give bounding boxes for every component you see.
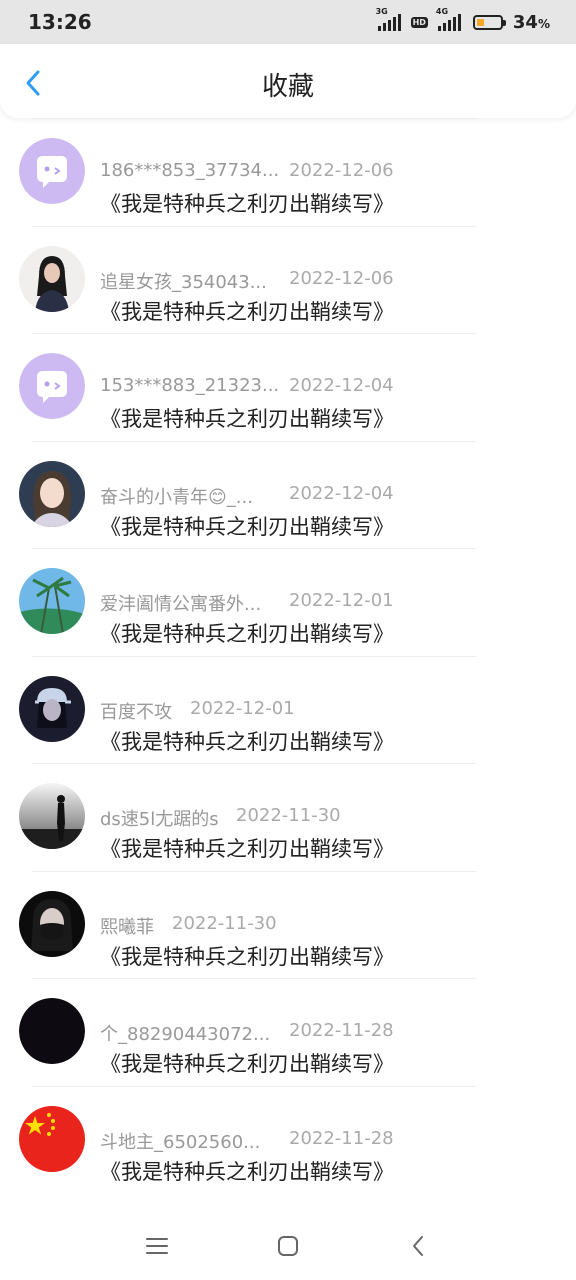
list-item[interactable]: ds速5l尢踞的s 2022-11-30 《我是特种兵之利刃出鞘续写》 (0, 763, 576, 870)
battery-icon (472, 14, 506, 30)
item-title: 《我是特种兵之利刃出鞘续写》 (100, 622, 394, 646)
list-item[interactable]: 个_88290443072... 2022-11-28 《我是特种兵之利刃出鞘续写》 (0, 978, 576, 1085)
user-name: 个_88290443072... (100, 1024, 271, 1045)
item-title: 《我是特种兵之利刃出鞘续写》 (100, 944, 394, 969)
navigation-bar (0, 1210, 576, 1280)
item-meta: 个_88290443072... 2022-11-28 (100, 1020, 394, 1046)
home-square-icon (278, 1236, 298, 1256)
item-title: 《我是特种兵之利刃出鞘续写》 (100, 1159, 394, 1184)
user-name: 153***883_21323... (100, 375, 280, 396)
item-meta: 爱沣阖情公寓番外... 2022-12-01 (100, 590, 394, 616)
item-title: 《我是特种兵之利刃出鞘续写》 (100, 1052, 394, 1076)
item-divider (32, 1085, 476, 1087)
item-meta: 186***853_37734... 2022-12-06 (100, 160, 394, 181)
item-meta: ds速5l尢踞的s 2022-11-30 (100, 805, 341, 831)
list-item[interactable]: 斗地主_6502560... 2022-11-28 《我是特种兵之利刃出鞘续写》 (0, 1085, 576, 1193)
item-date: 2022-12-01 (190, 697, 295, 719)
item-date: 2022-12-06 (289, 267, 394, 289)
battery-percent: 34% (512, 11, 550, 33)
item-divider (32, 978, 476, 979)
item-meta: 153***883_21323... 2022-12-04 (100, 375, 394, 396)
item-divider (32, 118, 476, 119)
hd-badge-icon: HD (410, 16, 428, 28)
item-meta: 斗地主_6502560... 2022-11-28 (100, 1128, 394, 1154)
user-name: 熙曦菲 (100, 916, 154, 938)
signal-3g-icon: 3G (376, 7, 401, 31)
item-date: 2022-12-04 (289, 482, 394, 504)
item-date: 2022-11-30 (172, 912, 277, 934)
user-name: 奋斗的小青年😊_... (100, 486, 253, 508)
item-title: 《我是特种兵之利刃出鞘续写》 (100, 192, 394, 216)
item-divider (32, 655, 476, 657)
item-meta: 百度不攻 2022-12-01 (100, 698, 295, 724)
item-date: 2022-12-06 (289, 160, 394, 181)
list-item[interactable]: 爱沣阖情公寓番外... 2022-12-01 《我是特种兵之利刃出鞘续写》 (0, 548, 576, 655)
item-meta: 追星女孩_354043... 2022-12-06 (100, 268, 394, 294)
item-title: 《我是特种兵之利刃出鞘续写》 (100, 837, 394, 861)
item-divider (32, 440, 476, 442)
user-name: 百度不攻 (100, 701, 172, 723)
back-arrow-icon (413, 1236, 423, 1256)
user-name: 爱沣阖情公寓番外... (100, 594, 262, 615)
user-name: 斗地主_6502560... (100, 1131, 261, 1153)
item-divider (32, 333, 476, 334)
avatar[interactable] (19, 460, 85, 527)
status-icons: 3G HD 4G 34% (376, 7, 550, 33)
item-title: 《我是特种兵之利刃出鞘续写》 (100, 299, 394, 324)
page-title: 收藏 (261, 72, 314, 102)
item-title: 《我是特种兵之利刃出鞘续写》 (100, 514, 394, 539)
list-item[interactable]: 186***853_37734... 2022-12-06 《我是特种兵之利刃出鞘续… (0, 118, 576, 225)
avatar[interactable] (19, 998, 85, 1064)
list-item[interactable]: 熙曦菲 2022-11-30 《我是特种兵之利刃出鞘续写》 (0, 870, 576, 978)
item-divider (32, 548, 476, 549)
avatar[interactable] (19, 890, 85, 957)
status-time: 13:26 (28, 10, 92, 34)
item-date: 2022-12-01 (289, 590, 394, 611)
list-item[interactable]: 153***883_21323... 2022-12-04 《我是特种兵之利刃出鞘续… (0, 333, 576, 440)
menu-icon (146, 1238, 168, 1254)
item-date: 2022-12-04 (289, 375, 394, 396)
item-divider (32, 225, 476, 227)
item-meta: 奋斗的小青年😊_... 2022-12-04 (100, 483, 394, 509)
item-date: 2022-11-28 (289, 1127, 394, 1149)
item-title: 《我是特种兵之利刃出鞘续写》 (100, 729, 394, 754)
item-divider (32, 763, 476, 764)
avatar[interactable] (19, 138, 85, 204)
avatar[interactable] (19, 353, 85, 419)
list-item[interactable]: 追星女孩_354043... 2022-12-06 《我是特种兵之利刃出鞘续写》 (0, 225, 576, 333)
home-button[interactable] (268, 1230, 308, 1262)
user-name: 186***853_37734... (100, 160, 280, 181)
network-3g-label: 3G (375, 7, 388, 16)
item-divider (32, 870, 476, 872)
list-item[interactable]: 百度不攻 2022-12-01 《我是特种兵之利刃出鞘续写》 (0, 655, 576, 763)
item-date: 2022-11-30 (236, 805, 341, 826)
menu-button[interactable] (137, 1230, 177, 1262)
status-bar: 13:26 3G HD 4G 34% (0, 0, 576, 44)
user-name: 追星女孩_354043... (100, 271, 267, 293)
item-meta: 熙曦菲 2022-11-30 (100, 913, 277, 939)
avatar[interactable] (19, 1105, 85, 1172)
list-item[interactable]: 奋斗的小青年😊_... 2022-12-04 《我是特种兵之利刃出鞘续写》 (0, 440, 576, 548)
avatar[interactable] (19, 245, 85, 312)
item-title: 《我是特种兵之利刃出鞘续写》 (100, 407, 394, 431)
signal-4g-icon: 4G (436, 7, 461, 31)
avatar[interactable] (19, 783, 85, 849)
avatar[interactable] (19, 568, 85, 634)
item-date: 2022-11-28 (289, 1020, 394, 1041)
header: 收藏 (0, 44, 576, 118)
network-4g-label: 4G (435, 7, 449, 16)
nav-back-button[interactable] (398, 1230, 438, 1262)
avatar[interactable] (19, 675, 85, 742)
user-name: ds速5l尢踞的s (100, 809, 219, 830)
